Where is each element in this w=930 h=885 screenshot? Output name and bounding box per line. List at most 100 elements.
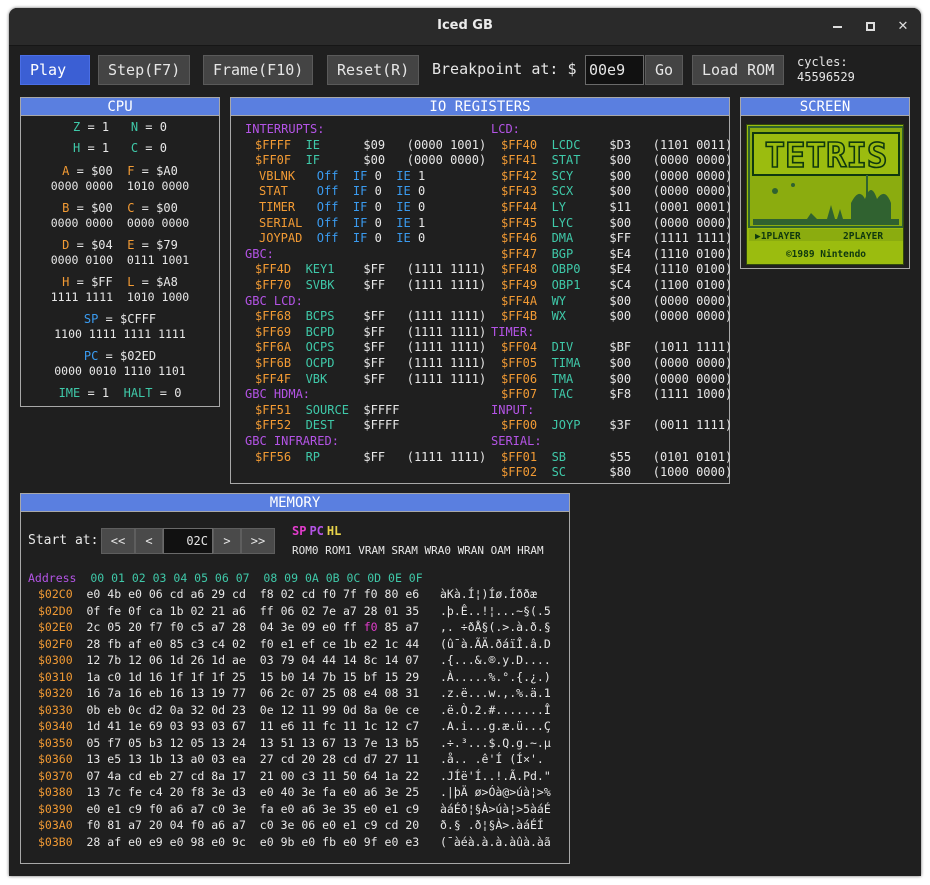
io-address: $FF40 [501, 137, 552, 152]
memory-byte: a7 [232, 818, 246, 832]
memory-byte: 07 [86, 768, 101, 783]
first-page-button[interactable]: << [101, 528, 135, 554]
memory-byte: 0c [128, 702, 142, 717]
memory-byte: e0 [148, 636, 163, 651]
interrupt-if-value: 0 [367, 168, 397, 183]
go-button[interactable]: Go [645, 55, 684, 85]
memory-byte: 1b [148, 752, 163, 766]
register-value: = $00 [69, 164, 113, 178]
io-register-value: $FF [363, 309, 407, 324]
interrupt-ie-value: 0 [410, 184, 426, 199]
register-pair-row: A = $00 F = $A0 [21, 164, 219, 179]
interrupt-row: STAT Off IF 0 IE 0 [259, 184, 425, 199]
interrupt-row: SERIAL Off IF 0 IE 1 [259, 216, 425, 231]
interrupt-status: Off [316, 231, 353, 246]
io-section-label: GBC LCD: [245, 293, 303, 308]
stack-pointer-row: SP = $CFFF [21, 312, 219, 327]
memory-byte: 13 [342, 735, 357, 750]
memory-byte: a0 [190, 752, 205, 766]
memory-byte: 41 [107, 719, 122, 733]
memory-byte: 05 [86, 735, 101, 750]
memory-byte: a6 [190, 587, 205, 601]
memory-row: $0390 e0 e1 c9 f0 a6 a7 c0 3e fa e0 a6 3… [38, 801, 551, 818]
memory-byte: 04 [169, 818, 184, 832]
memory-byte: e0 [322, 818, 337, 832]
memory-byte: 26 [190, 653, 205, 667]
minimize-button[interactable] [827, 17, 847, 37]
memory-byte: 13 [190, 686, 205, 700]
interrupt-ie-label: IE [396, 184, 411, 199]
next-page-button[interactable]: > [213, 528, 241, 554]
memory-byte: 1a [86, 669, 101, 684]
memory-byte: e1 [280, 636, 295, 651]
io-register-name: TMA [551, 371, 610, 386]
memory-row-ascii: .{...&.®.y.D.... [440, 653, 551, 667]
start-address-input[interactable] [163, 528, 213, 554]
step-button[interactable]: Step(F7) [98, 55, 191, 85]
memory-byte: ff [342, 620, 357, 634]
breakpoint-input[interactable] [585, 55, 644, 85]
io-register-value: $00 [363, 153, 407, 168]
memory-byte: 11 [259, 719, 274, 733]
io-address: $FF06 [501, 371, 552, 386]
load-rom-button[interactable]: Load ROM [692, 55, 785, 85]
memory-byte: e2 [363, 636, 378, 651]
memory-byte: cd [190, 768, 205, 783]
game-screen: TETRIS ▶1PLAYER 2PLAYER ©1989 Nintendo [746, 124, 904, 265]
memory-byte: c0 [211, 801, 226, 816]
memory-byte: cd [128, 768, 142, 783]
memory-byte: a6 [363, 785, 378, 799]
register-bits: 0000 0000 0000 0000 [50, 216, 190, 230]
prev-page-button[interactable]: < [135, 528, 163, 554]
memory-byte: 21 [259, 768, 274, 783]
flag-name: IME [58, 386, 81, 400]
io-register-name: TAC [551, 387, 610, 402]
close-icon: ✕ [897, 19, 909, 34]
breakpoint-label: Breakpoint at: $ [432, 60, 577, 78]
io-register-row: $FF68 BCPS $FF (1111 1111) [255, 309, 486, 324]
memory-panel: MEMORY Start at: << < > >> SPPCHL ROM0 R… [20, 493, 570, 864]
io-section-label: INTERRUPTS: [245, 122, 325, 136]
memory-byte: cd [280, 752, 295, 766]
memory-byte: fe [107, 603, 122, 618]
memory-byte: 11 [405, 752, 420, 766]
frame-button[interactable]: Frame(F10) [203, 55, 314, 85]
maximize-button[interactable] [860, 17, 880, 37]
memory-byte: b5 [405, 735, 420, 750]
reset-button[interactable]: Reset(R) [327, 55, 420, 85]
memory-byte: 13 [128, 752, 142, 766]
menu-1player: ▶1PLAYER [755, 231, 801, 242]
memory-byte: 13 [259, 735, 274, 750]
memory-byte: c7 [405, 719, 420, 733]
memory-byte: 25 [322, 686, 337, 700]
memory-row: $0360 13 e5 13 1b 13 a0 03 ea 27 cd 20 2… [38, 751, 544, 768]
memory-byte: 1d [211, 653, 226, 667]
close-button[interactable]: ✕ [893, 17, 913, 37]
memory-byte: 03 [259, 653, 274, 667]
interrupt-status: Off [316, 168, 353, 183]
last-page-button[interactable]: >> [241, 528, 275, 554]
memory-byte: 44 [405, 636, 420, 651]
memory-byte: 0f [128, 603, 142, 618]
memory-byte: 05 [128, 735, 142, 750]
memory-byte: 00 [280, 768, 295, 783]
memory-byte: 1b [169, 603, 184, 618]
memory-row-address: $0340 [38, 719, 87, 733]
io-register-binary: (0000 0000) [652, 293, 733, 308]
register-pair-row: B = $00 C = $00 [21, 201, 219, 216]
io-register-value: $FFFF [363, 402, 407, 417]
io-register-row: $FF4F VBK $FF (1111 1111) [255, 372, 486, 387]
memory-byte: c9 [363, 818, 378, 832]
memory-byte: 67 [232, 719, 246, 733]
play-button[interactable]: Play [20, 55, 90, 85]
memory-byte: a7 [128, 818, 142, 832]
io-register-row: $FF4A WY $00 (0000 0000) [501, 294, 732, 309]
memory-byte: e3 [405, 834, 420, 849]
copyright-text: ©1989 Nintendo [786, 249, 866, 260]
io-register-binary: (0000 1001) [406, 137, 487, 152]
flag-value: = 1 [80, 386, 110, 400]
memory-byte: d2 [148, 702, 163, 717]
memory-byte: 77 [232, 686, 246, 700]
memory-byte: 0f [86, 603, 101, 618]
memory-row-address: $0370 [38, 768, 87, 783]
